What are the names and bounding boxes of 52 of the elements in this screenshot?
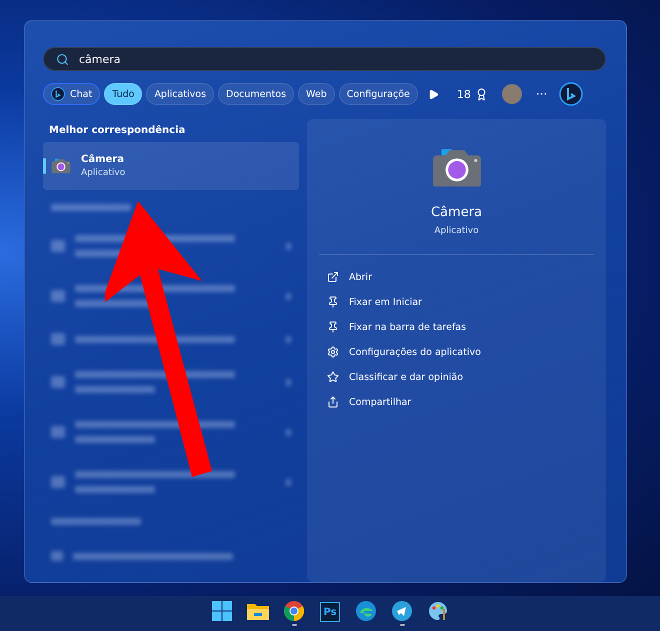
action-item[interactable]: Compartilhar xyxy=(319,390,594,415)
photoshop-icon[interactable]: Ps xyxy=(320,600,340,622)
share-icon xyxy=(327,396,339,408)
app-type: Aplicativo xyxy=(434,226,479,236)
start-icon[interactable] xyxy=(212,601,232,621)
taskbar-button[interactable] xyxy=(390,600,414,628)
browser-icon[interactable] xyxy=(284,601,304,621)
filter-tab[interactable]: Documentos xyxy=(218,83,294,105)
points-count: 18 xyxy=(456,88,471,100)
blurred-icon xyxy=(51,476,65,488)
app-name: Câmera xyxy=(81,154,125,165)
app-type: Aplicativo xyxy=(81,168,126,178)
action-item[interactable]: Fixar na barra de tarefas xyxy=(319,314,594,340)
bing-icon xyxy=(559,82,584,106)
blurred-icon xyxy=(51,333,65,345)
open-icon xyxy=(327,271,339,284)
blurred-icon xyxy=(51,426,65,438)
action-item[interactable]: Classificar e dar opinião xyxy=(319,364,594,390)
filter-tab[interactable]: Configuraçõe xyxy=(338,83,418,105)
taskbar-button[interactable] xyxy=(282,600,306,628)
folder-icon[interactable] xyxy=(247,602,269,620)
palette-icon[interactable] xyxy=(428,601,448,621)
filter-tab[interactable]: Tudo xyxy=(104,83,142,105)
play-icon[interactable] xyxy=(428,88,439,100)
pin-icon xyxy=(327,296,339,308)
taskbar-button[interactable]: Ps xyxy=(318,600,342,628)
settings-icon xyxy=(327,346,339,358)
section-heading: Melhor correspondência xyxy=(48,125,186,136)
pin-icon xyxy=(327,321,339,334)
camera-icon xyxy=(51,158,71,174)
rate-icon xyxy=(327,371,339,384)
medal-icon xyxy=(474,88,488,100)
filter-tab[interactable]: Aplicativos xyxy=(146,83,214,105)
app-title: Câmera xyxy=(430,204,482,220)
action-item[interactable]: Fixar em Iniciar xyxy=(319,290,594,315)
chat-button[interactable]: Chat xyxy=(43,83,100,105)
telegram-icon[interactable] xyxy=(392,601,412,621)
blurred-icon xyxy=(51,240,65,252)
camera-icon xyxy=(430,147,482,189)
filter-tab[interactable]: Web xyxy=(298,83,335,105)
search-icon xyxy=(56,52,69,66)
search-field[interactable]: câmera xyxy=(43,47,606,71)
more-button[interactable]: ··· xyxy=(536,87,548,101)
blurred-icon xyxy=(51,376,65,388)
search-input[interactable]: câmera xyxy=(79,52,593,66)
blurred-icon xyxy=(51,551,63,561)
blurred-icon xyxy=(51,290,65,302)
action-item[interactable]: Configurações do aplicativo xyxy=(319,340,594,365)
chat-icon xyxy=(51,87,65,101)
edge-icon[interactable] xyxy=(356,601,376,621)
action-item[interactable]: Abrir xyxy=(319,264,594,290)
best-match-item[interactable]: Câmera Aplicativo xyxy=(43,142,299,190)
